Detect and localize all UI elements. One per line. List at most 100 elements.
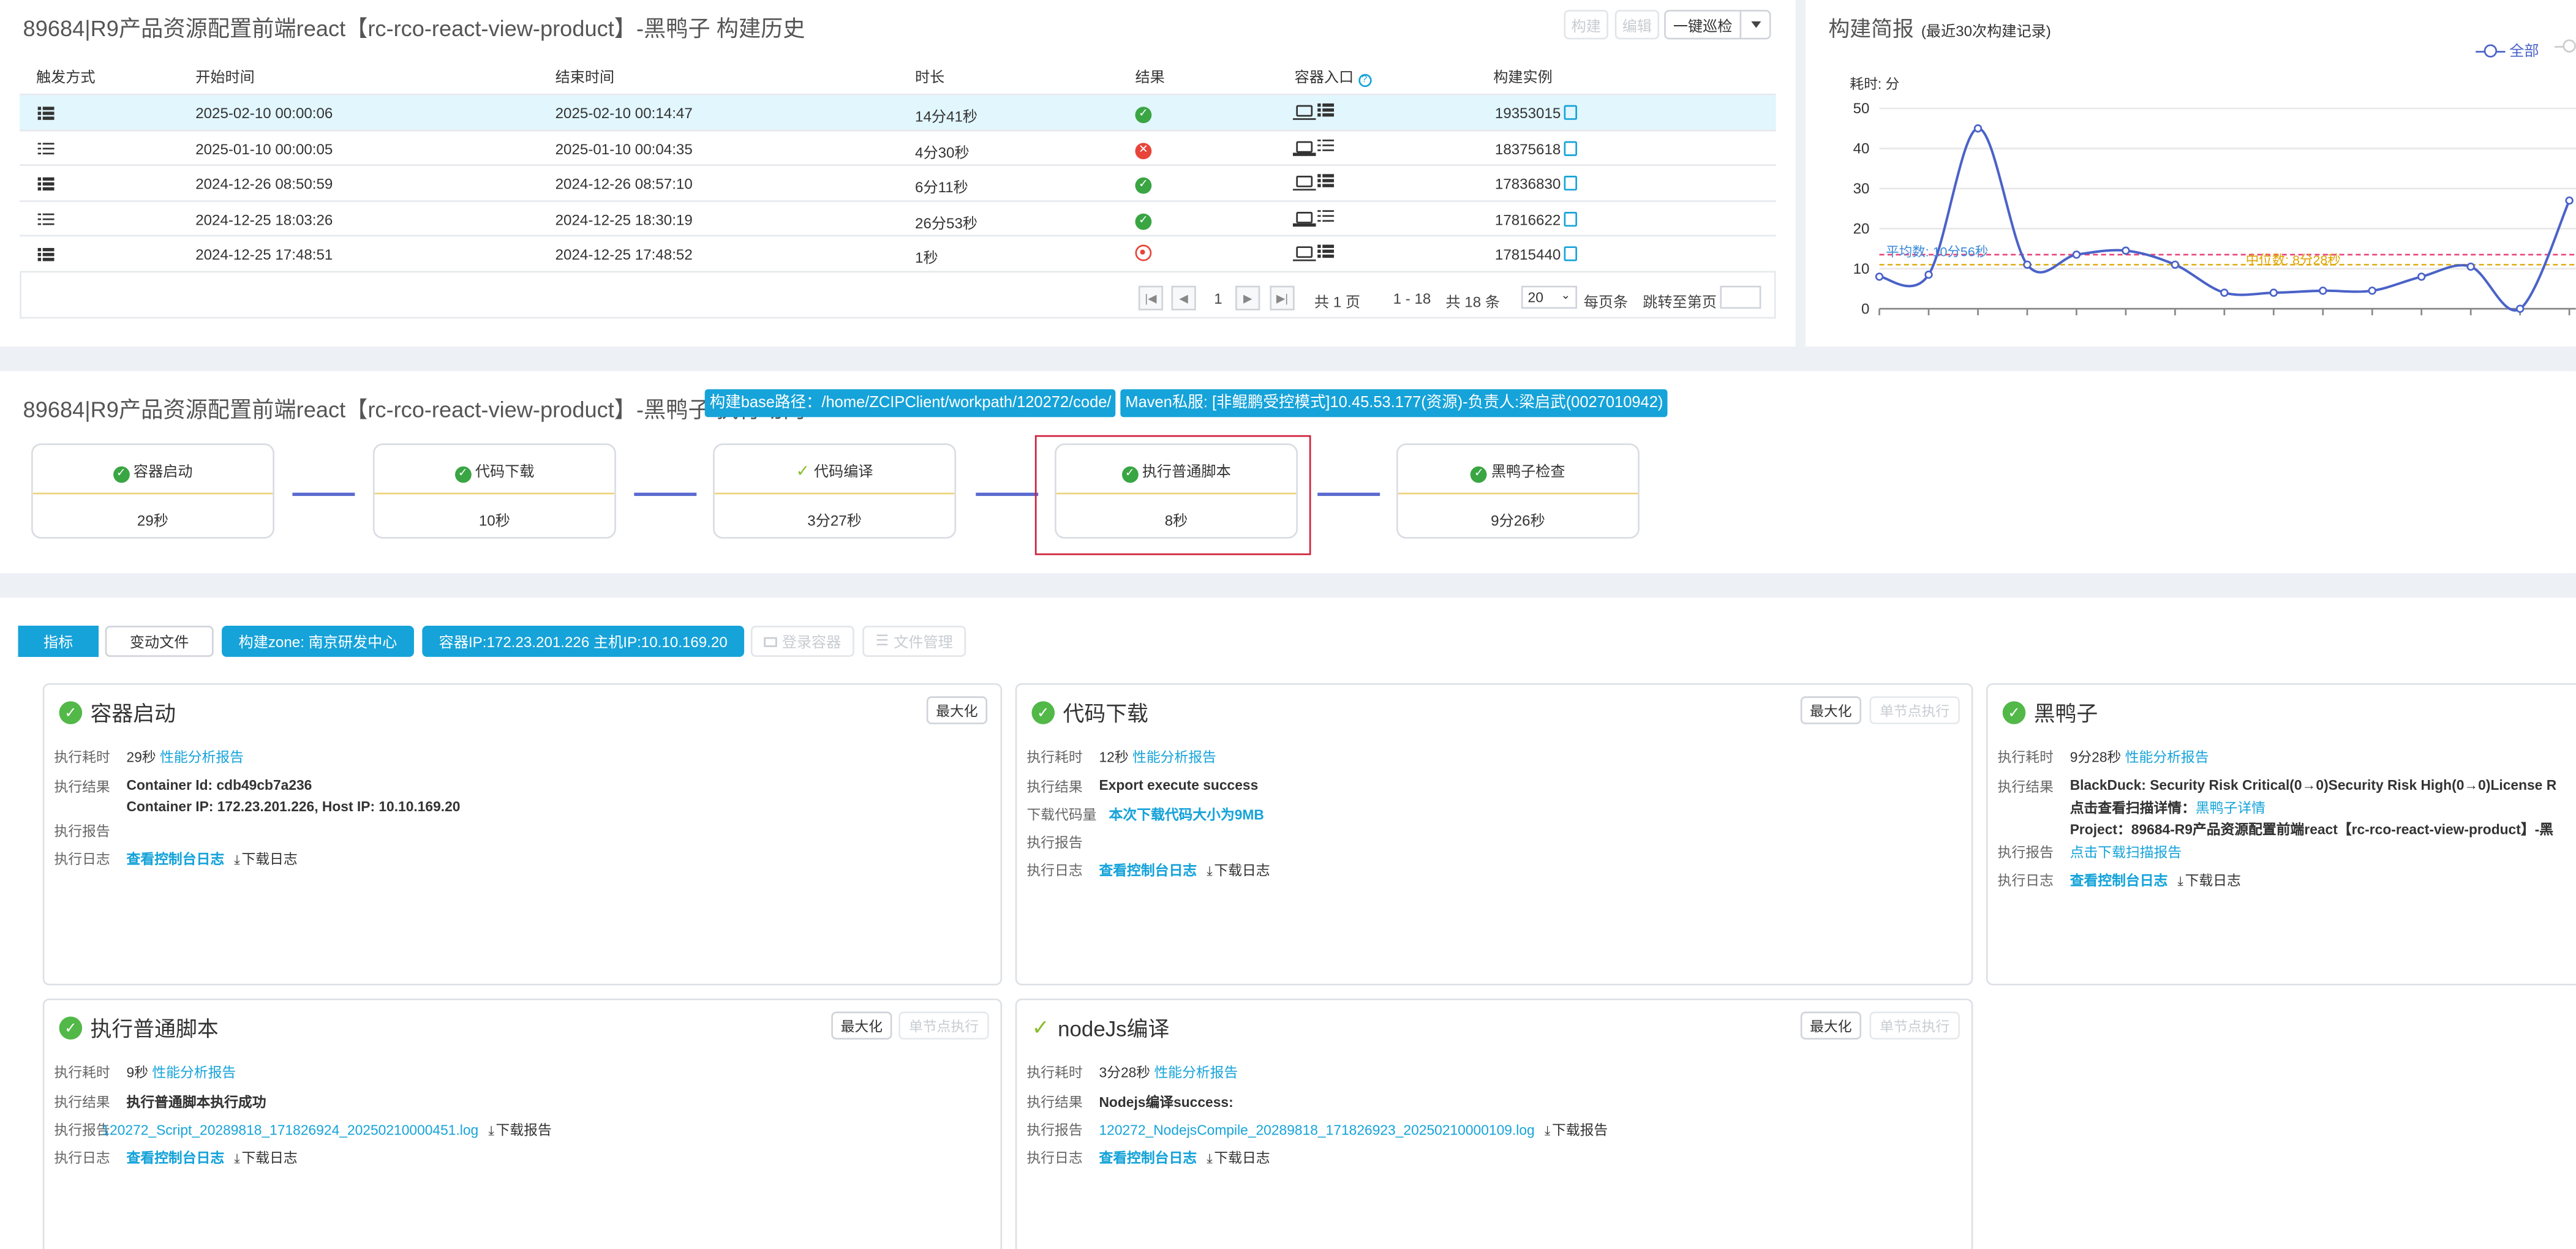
jump-page-input[interactable] [1720,285,1761,309]
value: 查看控制台日志下载日志 [127,1148,298,1168]
prev-page-button[interactable]: ◀ [1171,285,1196,310]
maximize-button[interactable]: 最大化 [1800,1011,1862,1040]
check-icon: ✓ [1121,466,1139,483]
table-row[interactable]: 2025-01-10 00:00:05 2025-01-10 00:04:35 4分… [20,130,1776,166]
terminal-icon[interactable] [1292,140,1316,156]
copy-icon[interactable] [1564,176,1578,191]
list-icon[interactable] [37,142,55,155]
success-icon: ✓ [1135,212,1152,230]
stage-code-download[interactable]: ✓ 代码下载 10秒 [372,443,616,539]
card-title: ✓ 执行普通脚本 [59,1011,219,1043]
perf-report-link[interactable]: 性能分析报告 [2125,749,2209,765]
failed-icon: ✕ [1135,142,1152,159]
result-cell: ✓ [1135,209,1152,230]
list-icon[interactable] [1317,244,1335,258]
list-icon[interactable] [37,248,55,261]
end-time: 2024-12-25 17:48:52 [555,246,693,263]
perf-report-link[interactable]: 性能分析报告 [1132,749,1216,765]
maximize-button[interactable]: 最大化 [926,696,988,724]
instance-id[interactable]: 17816622 [1495,211,1561,228]
row-log: 执行日志查看控制台日志下载日志 [55,849,298,869]
next-page-button[interactable]: ▶ [1235,285,1260,310]
stage-container-start[interactable]: ✓ 容器启动 29秒 [31,443,274,539]
list-icon[interactable] [37,107,55,119]
list-icon[interactable] [1317,103,1335,116]
last-page-button[interactable]: ▶| [1270,285,1295,310]
download-log-link[interactable]: 下载日志 [2177,872,2240,888]
stage-code-compile[interactable]: ✓ 代码编译 3分27秒 [713,443,957,539]
current-page[interactable]: 1 [1214,291,1222,307]
help-icon[interactable]: ? [1358,73,1371,88]
download-report-link[interactable]: 下载报告 [488,1122,551,1138]
download-report-link[interactable]: 下载报告 [1545,1122,1608,1138]
col-start-time: 开始时间 [195,69,255,86]
edit-button[interactable]: 编辑 [1614,10,1660,40]
record-range: 1 - 18 [1393,290,1431,307]
terminal-icon[interactable] [1292,105,1316,120]
card-title: ✓ 容器启动 [59,696,176,727]
maximize-button[interactable]: 最大化 [1800,696,1862,724]
console-log-link[interactable]: 查看控制台日志 [2070,872,2168,888]
instance-id[interactable]: 19353015 [1495,105,1561,122]
terminal-icon[interactable] [1292,211,1316,226]
tab-changed-files[interactable]: 变动文件 [105,625,214,657]
instance-id[interactable]: 18375618 [1495,140,1561,157]
single-node-button[interactable]: 单节点执行 [1869,696,1960,724]
tab-metrics[interactable]: 指标 [18,625,99,657]
table-row[interactable]: 2024-12-25 17:48:51 2024-12-25 17:48:52 1秒… [20,236,1776,272]
download-log-link[interactable]: 下载日志 [234,1150,297,1166]
page-size-select[interactable]: 20 ⌄ [1521,285,1578,309]
download-log-link[interactable]: 下载日志 [1207,862,1270,879]
stage-blackduck-check[interactable]: ✓ 黑鸭子检查 9分26秒 [1396,443,1640,539]
copy-icon[interactable] [1564,246,1578,261]
instance-id[interactable]: 17836830 [1495,176,1561,192]
stage-name: 黑鸭子检查 [1491,463,1565,480]
instance-id[interactable]: 17815440 [1495,246,1561,263]
median-line-label: 中位数: 8分28秒 [2245,253,2341,268]
check-icon: ✓ [113,466,130,483]
download-scan-report-link[interactable]: 点击下载扫描报告 [2070,844,2182,861]
build-zone-badge: 构建zone: 南京研发中心 [222,625,414,657]
perf-report-link[interactable]: 性能分析报告 [160,749,244,765]
col-container: 容器入口 ? [1295,66,1371,88]
stage-run-script[interactable]: ✓ 执行普通脚本 8秒 [1055,443,1298,539]
terminal-icon[interactable] [1292,176,1316,191]
list-icon[interactable] [1317,209,1335,222]
download-log-link[interactable]: 下载日志 [1207,1150,1270,1166]
console-log-link[interactable]: 查看控制台日志 [127,850,225,867]
table-row[interactable]: 2024-12-26 08:50:59 2024-12-26 08:57:10 6分… [20,166,1776,201]
nodejs-report-link[interactable]: 120272_NodejsCompile_20289818_171826923_… [1099,1122,1534,1138]
login-container-button[interactable]: 登录容器 [750,625,854,657]
script-report-link[interactable]: 120272_Script_20289818_171826924_2025021… [102,1122,478,1138]
patrol-dropdown-button[interactable] [1739,10,1771,40]
single-node-button[interactable]: 单节点执行 [898,1011,989,1040]
download-log-link[interactable]: 下载日志 [234,850,297,867]
stage-time: 10秒 [478,512,510,529]
console-log-link[interactable]: 查看控制台日志 [127,1150,225,1166]
list-icon[interactable] [37,177,55,190]
file-manage-button[interactable]: ☰ 文件管理 [862,625,966,657]
patrol-button[interactable]: 一键巡检 [1664,10,1742,40]
copy-icon[interactable] [1564,211,1578,226]
maximize-button[interactable]: 最大化 [831,1011,892,1040]
terminal-icon[interactable] [1292,246,1316,261]
build-button[interactable]: 构建 [1564,10,1608,40]
perf-report-link[interactable]: 性能分析报告 [152,1064,236,1081]
single-node-button[interactable]: 单节点执行 [1869,1011,1960,1040]
console-log-link[interactable]: 查看控制台日志 [1099,862,1197,879]
list-icon[interactable] [1317,138,1335,152]
data-point [2368,287,2376,295]
table-row[interactable]: 2024-12-25 18:03:26 2024-12-25 18:30:19 26… [20,201,1776,237]
label: 下载代码量 [1026,806,1097,823]
container-ip-badge: 容器IP:172.23.201.226 主机IP:10.10.169.20 [422,625,745,657]
copy-icon[interactable] [1564,140,1578,156]
perf-report-link[interactable]: 性能分析报告 [1154,1064,1238,1081]
blackduck-detail-link[interactable]: 黑鸭子详情 [2196,800,2265,816]
table-row[interactable]: 2025-02-10 00:00:06 2025-02-10 00:14:47 14… [20,95,1776,131]
list-icon[interactable] [1317,174,1335,187]
copy-icon[interactable] [1564,105,1578,120]
label: 执行报告 [1026,1122,1083,1138]
list-icon[interactable] [37,212,55,225]
first-page-button[interactable]: |◀ [1138,285,1164,310]
console-log-link[interactable]: 查看控制台日志 [1099,1150,1197,1166]
